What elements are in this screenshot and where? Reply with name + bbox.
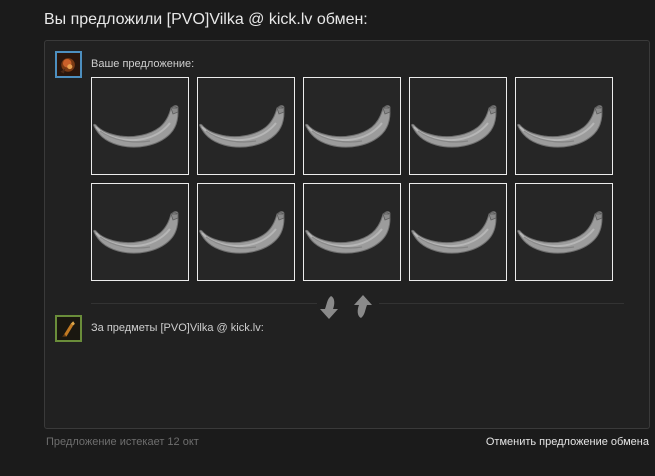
banana-icon — [93, 211, 179, 254]
trade-panel: Ваше предложение: За предметы [PVO]Vilka… — [44, 40, 650, 429]
banana-icon — [305, 211, 391, 254]
cancel-offer-link[interactable]: Отменить предложение обмена — [486, 436, 649, 448]
trade-item-slot[interactable] — [409, 77, 507, 175]
trade-item-slot[interactable] — [303, 183, 401, 281]
banana-icon — [199, 105, 285, 148]
banana-icon — [93, 105, 179, 148]
their-offer-label: За предметы [PVO]Vilka @ kick.lv: — [91, 322, 264, 334]
swap-arrows-icon[interactable] — [317, 292, 379, 322]
trade-item-slot[interactable] — [91, 183, 189, 281]
trade-item-slot[interactable] — [409, 183, 507, 281]
expiry-text: Предложение истекает 12 окт — [46, 436, 199, 448]
banana-icon — [305, 105, 391, 148]
banana-icon — [411, 105, 497, 148]
partner-avatar-image — [57, 317, 80, 340]
user-avatar-image — [57, 53, 80, 76]
trade-item-slot[interactable] — [91, 77, 189, 175]
your-offer-label: Ваше предложение: — [91, 58, 195, 70]
page-title: Вы предложили [PVO]Vilka @ kick.lv обмен… — [44, 11, 368, 28]
banana-icon — [411, 211, 497, 254]
user-avatar-icon[interactable] — [55, 51, 82, 78]
banana-icon — [517, 211, 603, 254]
trade-item-slot[interactable] — [197, 183, 295, 281]
trade-item-slot[interactable] — [515, 77, 613, 175]
your-items-grid — [91, 77, 613, 281]
trade-item-slot[interactable] — [515, 183, 613, 281]
partner-avatar-icon[interactable] — [55, 315, 82, 342]
banana-icon — [199, 211, 285, 254]
trade-item-slot[interactable] — [197, 77, 295, 175]
banana-icon — [517, 105, 603, 148]
trade-item-slot[interactable] — [303, 77, 401, 175]
